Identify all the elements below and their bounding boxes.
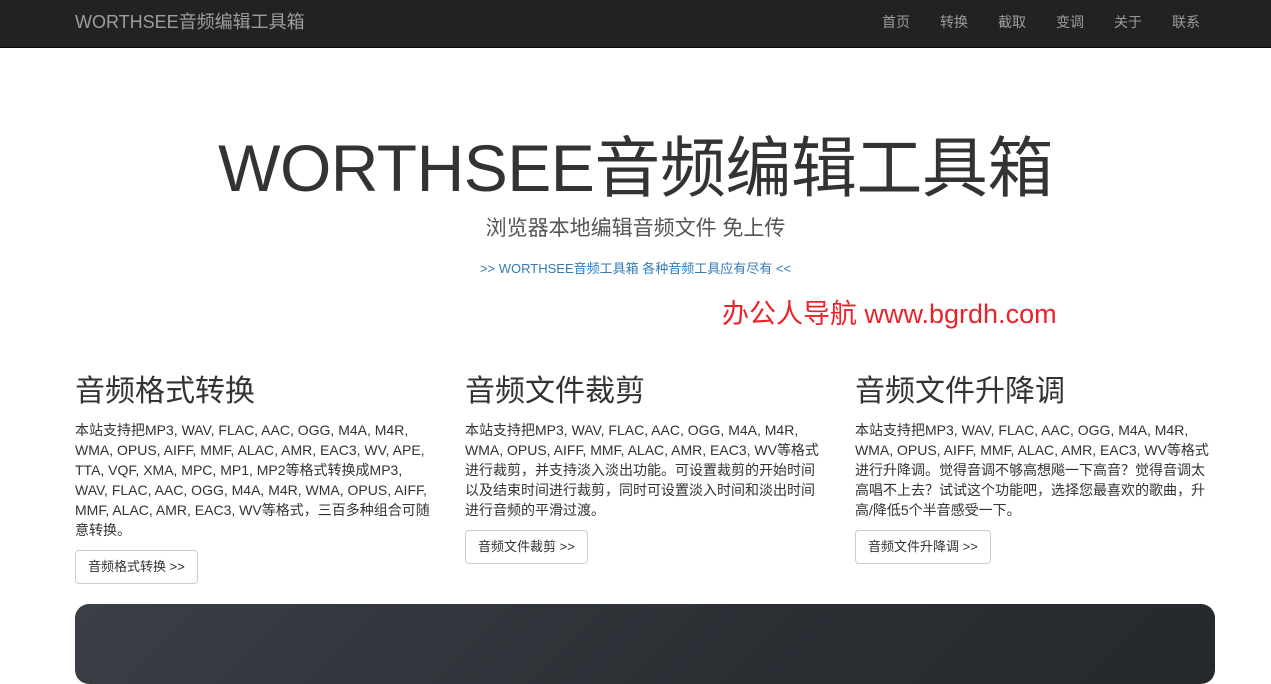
nav-item-cut: 截取: [983, 0, 1041, 47]
hero-link[interactable]: >> WORTHSEE音频工具箱 各种音频工具应有尽有 <<: [0, 260, 1271, 278]
feature-convert: 音频格式转换 本站支持把MP3, WAV, FLAC, AAC, OGG, M4…: [75, 370, 435, 584]
hero-subtitle: 浏览器本地编辑音频文件 免上传: [485, 217, 786, 240]
feature-cut-description: 本站支持把MP3, WAV, FLAC, AAC, OGG, M4A, M4R,…: [465, 422, 819, 518]
nav-link-convert[interactable]: 转换: [925, 0, 983, 47]
nav-link-pitch[interactable]: 变调: [1041, 0, 1099, 47]
feature-convert-button[interactable]: 音频格式转换 >>: [75, 550, 198, 584]
top-navbar: WORTHSEE音频编辑工具箱 首页 转换 截取 变调 关于 联系: [0, 0, 1271, 48]
nav-item-pitch: 变调: [1041, 0, 1099, 47]
feature-convert-description: 本站支持把MP3, WAV, FLAC, AAC, OGG, M4A, M4R,…: [75, 422, 430, 538]
hero-section: WORTHSEE音频编辑工具箱 浏览器本地编辑音频文件 免上传 >> WORTH…: [0, 48, 1271, 348]
nav-link-contact[interactable]: 联系: [1157, 0, 1215, 47]
bottom-panel: [75, 604, 1215, 684]
nav-item-contact: 联系: [1157, 0, 1215, 47]
nav-item-home: 首页: [867, 0, 925, 47]
feature-pitch-button[interactable]: 音频文件升降调 >>: [855, 530, 991, 564]
feature-cut: 音频文件裁剪 本站支持把MP3, WAV, FLAC, AAC, OGG, M4…: [465, 370, 825, 564]
feature-pitch: 音频文件升降调 本站支持把MP3, WAV, FLAC, AAC, OGG, M…: [855, 370, 1215, 564]
watermark-text: 办公人导航 www.bgrdh.com: [722, 299, 1057, 329]
nav-link-about[interactable]: 关于: [1099, 0, 1157, 47]
nav-item-convert: 转换: [925, 0, 983, 47]
navbar-brand[interactable]: WORTHSEE音频编辑工具箱: [75, 0, 305, 47]
feature-convert-title: 音频格式转换: [75, 375, 255, 408]
nav-item-about: 关于: [1099, 0, 1157, 47]
feature-pitch-title: 音频文件升降调: [855, 375, 1065, 408]
feature-pitch-description: 本站支持把MP3, WAV, FLAC, AAC, OGG, M4A, M4R,…: [855, 422, 1209, 518]
navbar-menu: 首页 转换 截取 变调 关于 联系: [867, 0, 1215, 47]
nav-link-home[interactable]: 首页: [867, 0, 925, 47]
nav-link-cut[interactable]: 截取: [983, 0, 1041, 47]
feature-cut-title: 音频文件裁剪: [465, 375, 645, 408]
feature-cut-button[interactable]: 音频文件裁剪 >>: [465, 530, 588, 564]
hero-title: WORTHSEE音频编辑工具箱: [218, 131, 1053, 205]
